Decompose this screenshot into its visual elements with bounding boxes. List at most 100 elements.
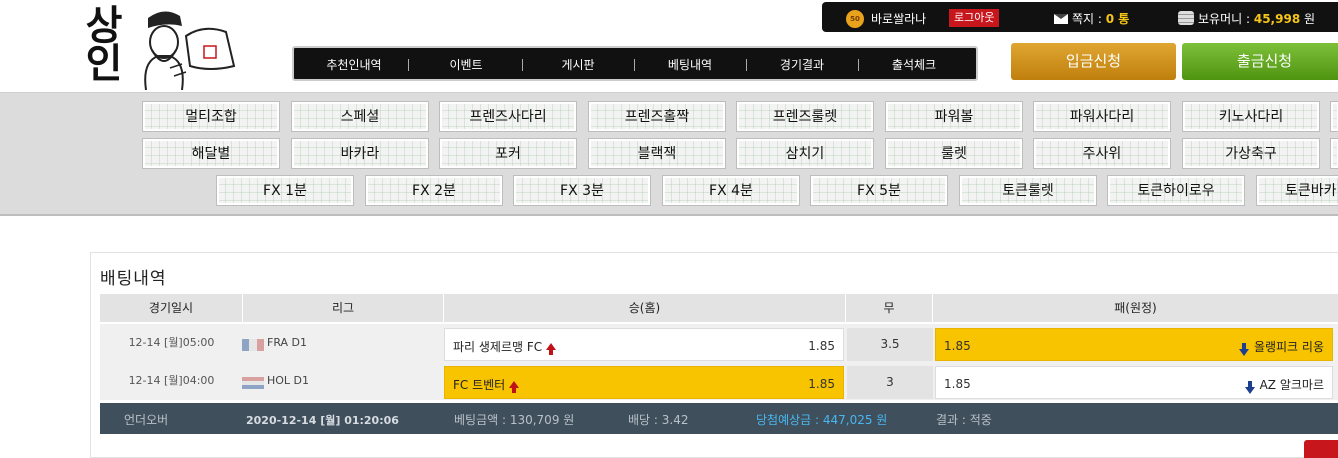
arrow-down-icon bbox=[1238, 343, 1249, 356]
arrow-up-icon bbox=[509, 381, 520, 393]
home-team-name: 파리 생제르맹 FC bbox=[453, 340, 543, 354]
main-nav: 추천인내역 이벤트 게시판 베팅내역 경기결과 출석체크 bbox=[292, 46, 978, 81]
game-virtual-soccer[interactable]: 가상축구 bbox=[1182, 138, 1320, 169]
away-team-label: AZ 알크마르 bbox=[1244, 376, 1324, 394]
site-logo[interactable]: 상인 bbox=[77, 4, 258, 90]
home-team-name: FC 트벤터 bbox=[453, 378, 506, 392]
logout-button[interactable]: 로그아웃 bbox=[949, 9, 1000, 27]
netherlands-flag-icon bbox=[242, 377, 264, 389]
nav-attendance[interactable]: 출석체크 bbox=[858, 56, 970, 73]
game-friends-ladder[interactable]: 프렌즈사다리 bbox=[439, 101, 577, 132]
game-fx-5min[interactable]: FX 5분 bbox=[810, 175, 948, 206]
bet-table-header: 경기일시 리그 승(홈) 무 패(원정) bbox=[100, 294, 1338, 322]
game-samchigi[interactable]: 삼치기 bbox=[736, 138, 874, 169]
game-friends-oddeven[interactable]: 프렌즈홀짝 bbox=[588, 101, 726, 132]
home-team-button[interactable]: FC 트벤터 1.85 bbox=[444, 366, 844, 399]
nav-bet-history[interactable]: 베팅내역 bbox=[634, 56, 746, 73]
deposit-request-button[interactable]: 입금신청 bbox=[1011, 43, 1176, 80]
col-draw: 무 bbox=[846, 294, 933, 322]
game-friends-roulette[interactable]: 프렌즈룰렛 bbox=[736, 101, 874, 132]
league-name: FRA D1 bbox=[267, 336, 308, 349]
message-label: 쪽지 : bbox=[1072, 12, 1102, 26]
page: 상인 50 바로쌀라나 로그아웃 쪽지 : 0 통 보유머니 : 45,998 … bbox=[0, 0, 1338, 458]
user-bar: 50 바로쌀라나 로그아웃 쪽지 : 0 통 보유머니 : 45,998 원 bbox=[822, 2, 1338, 32]
away-odds: 1.85 bbox=[944, 339, 971, 353]
game-more-row2[interactable] bbox=[1330, 138, 1338, 169]
arrow-down-icon bbox=[1244, 381, 1255, 394]
game-more-row1[interactable] bbox=[1330, 101, 1338, 132]
game-fx-2min[interactable]: FX 2분 bbox=[365, 175, 503, 206]
cash-balance: 보유머니 : 45,998 원 bbox=[1198, 10, 1315, 27]
game-powerball[interactable]: 파워볼 bbox=[885, 101, 1023, 132]
arrow-up-icon bbox=[546, 343, 557, 355]
message-count: 0 통 bbox=[1105, 12, 1130, 26]
match-datetime: 12-14 [월]04:00 bbox=[128, 374, 215, 387]
game-menu: 멀티조합 스페셜 프렌즈사다리 프렌즈홀짝 프렌즈룰렛 파워볼 파워사다리 키노… bbox=[0, 92, 1338, 216]
bet-result: 결과 : 적중 bbox=[936, 413, 992, 427]
game-dice[interactable]: 주사위 bbox=[1033, 138, 1171, 169]
away-team-name: 올랭피크 리옹 bbox=[1253, 340, 1324, 354]
france-flag-icon bbox=[242, 339, 264, 351]
game-token-hilo[interactable]: 토큰하이로우 bbox=[1107, 175, 1245, 206]
bet-odds: 배당 : 3.42 bbox=[628, 413, 689, 427]
game-sun-moon-star[interactable]: 해달별 bbox=[142, 138, 280, 169]
table-row: 12-14 [월]05:00 FRA D1 파리 생제르맹 FC 1.85 3.… bbox=[100, 324, 1338, 362]
away-team-button[interactable]: 올랭피크 리옹 1.85 bbox=[935, 328, 1333, 361]
nav-results[interactable]: 경기결과 bbox=[746, 56, 858, 73]
draw-odds[interactable]: 3.5 bbox=[847, 328, 933, 361]
col-home: 승(홈) bbox=[444, 294, 846, 322]
home-odds: 1.85 bbox=[808, 377, 835, 391]
withdraw-request-button[interactable]: 출금신청 bbox=[1182, 43, 1338, 80]
game-token-baccarat[interactable]: 토큰바카 bbox=[1256, 175, 1338, 206]
game-roulette[interactable]: 룰렛 bbox=[885, 138, 1023, 169]
game-special[interactable]: 스페셜 bbox=[291, 101, 429, 132]
game-fx-3min[interactable]: FX 3분 bbox=[513, 175, 651, 206]
red-action-button[interactable] bbox=[1304, 440, 1338, 458]
away-team-button[interactable]: AZ 알크마르 1.85 bbox=[935, 366, 1333, 399]
cash-unit: 원 bbox=[1304, 12, 1316, 26]
logo-text: 상인 bbox=[77, 4, 123, 80]
league-name: HOL D1 bbox=[267, 374, 310, 387]
game-baccarat[interactable]: 바카라 bbox=[291, 138, 429, 169]
home-team-label: 파리 생제르맹 FC bbox=[453, 338, 557, 355]
bet-type: 언더오버 bbox=[124, 413, 169, 427]
game-fx-1min[interactable]: FX 1분 bbox=[216, 175, 354, 206]
bet-amount: 베팅금액 : 130,709 원 bbox=[454, 413, 575, 427]
game-multi-combo[interactable]: 멀티조합 bbox=[142, 101, 280, 132]
nav-event[interactable]: 이벤트 bbox=[410, 56, 522, 73]
cash-stack-icon bbox=[1178, 11, 1194, 25]
bet-summary-bar: 언더오버 2020-12-14 [월] 01:20:06 베팅금액 : 130,… bbox=[100, 403, 1338, 434]
merchant-illustration-icon bbox=[144, 11, 236, 90]
game-blackjack[interactable]: 블랙잭 bbox=[588, 138, 726, 169]
envelope-icon bbox=[1054, 14, 1068, 24]
away-odds: 1.85 bbox=[944, 377, 971, 391]
header: 상인 50 바로쌀라나 로그아웃 쪽지 : 0 통 보유머니 : 45,998 … bbox=[0, 0, 1338, 92]
home-team-button[interactable]: 파리 생제르맹 FC 1.85 bbox=[444, 328, 844, 361]
col-league: 리그 bbox=[243, 294, 444, 322]
match-datetime: 12-14 [월]05:00 bbox=[128, 336, 215, 349]
game-power-ladder[interactable]: 파워사다리 bbox=[1033, 101, 1171, 132]
nav-referral[interactable]: 추천인내역 bbox=[298, 56, 410, 73]
game-poker[interactable]: 포커 bbox=[439, 138, 577, 169]
username: 바로쌀라나 bbox=[871, 12, 927, 26]
draw-odds[interactable]: 3 bbox=[847, 366, 933, 399]
away-team-name: AZ 알크마르 bbox=[1259, 378, 1324, 392]
table-row: 12-14 [월]04:00 HOL D1 FC 트벤터 1.85 3 AZ 알… bbox=[100, 362, 1338, 400]
nav-separator bbox=[408, 59, 409, 71]
away-team-label: 올랭피크 리옹 bbox=[1238, 338, 1324, 356]
message-link[interactable]: 쪽지 : 0 통 bbox=[1072, 10, 1129, 27]
nav-board[interactable]: 게시판 bbox=[522, 56, 634, 73]
coin-icon: 50 bbox=[846, 10, 864, 28]
game-keno-ladder[interactable]: 키노사다리 bbox=[1182, 101, 1320, 132]
home-team-label: FC 트벤터 bbox=[453, 376, 520, 393]
game-token-roulette[interactable]: 토큰룰렛 bbox=[959, 175, 1097, 206]
col-away: 패(원정) bbox=[1114, 301, 1157, 315]
home-odds: 1.85 bbox=[808, 339, 835, 353]
cash-amount: 45,998 bbox=[1253, 12, 1301, 26]
game-fx-4min[interactable]: FX 4분 bbox=[662, 175, 800, 206]
cash-label: 보유머니 : bbox=[1198, 12, 1251, 26]
bet-datetime: 2020-12-14 [월] 01:20:06 bbox=[246, 414, 399, 427]
bet-history-title: 배팅내역 bbox=[100, 269, 167, 289]
expected-payout: 당첨예상금 : 447,025 원 bbox=[756, 413, 888, 427]
col-datetime: 경기일시 bbox=[100, 294, 243, 322]
